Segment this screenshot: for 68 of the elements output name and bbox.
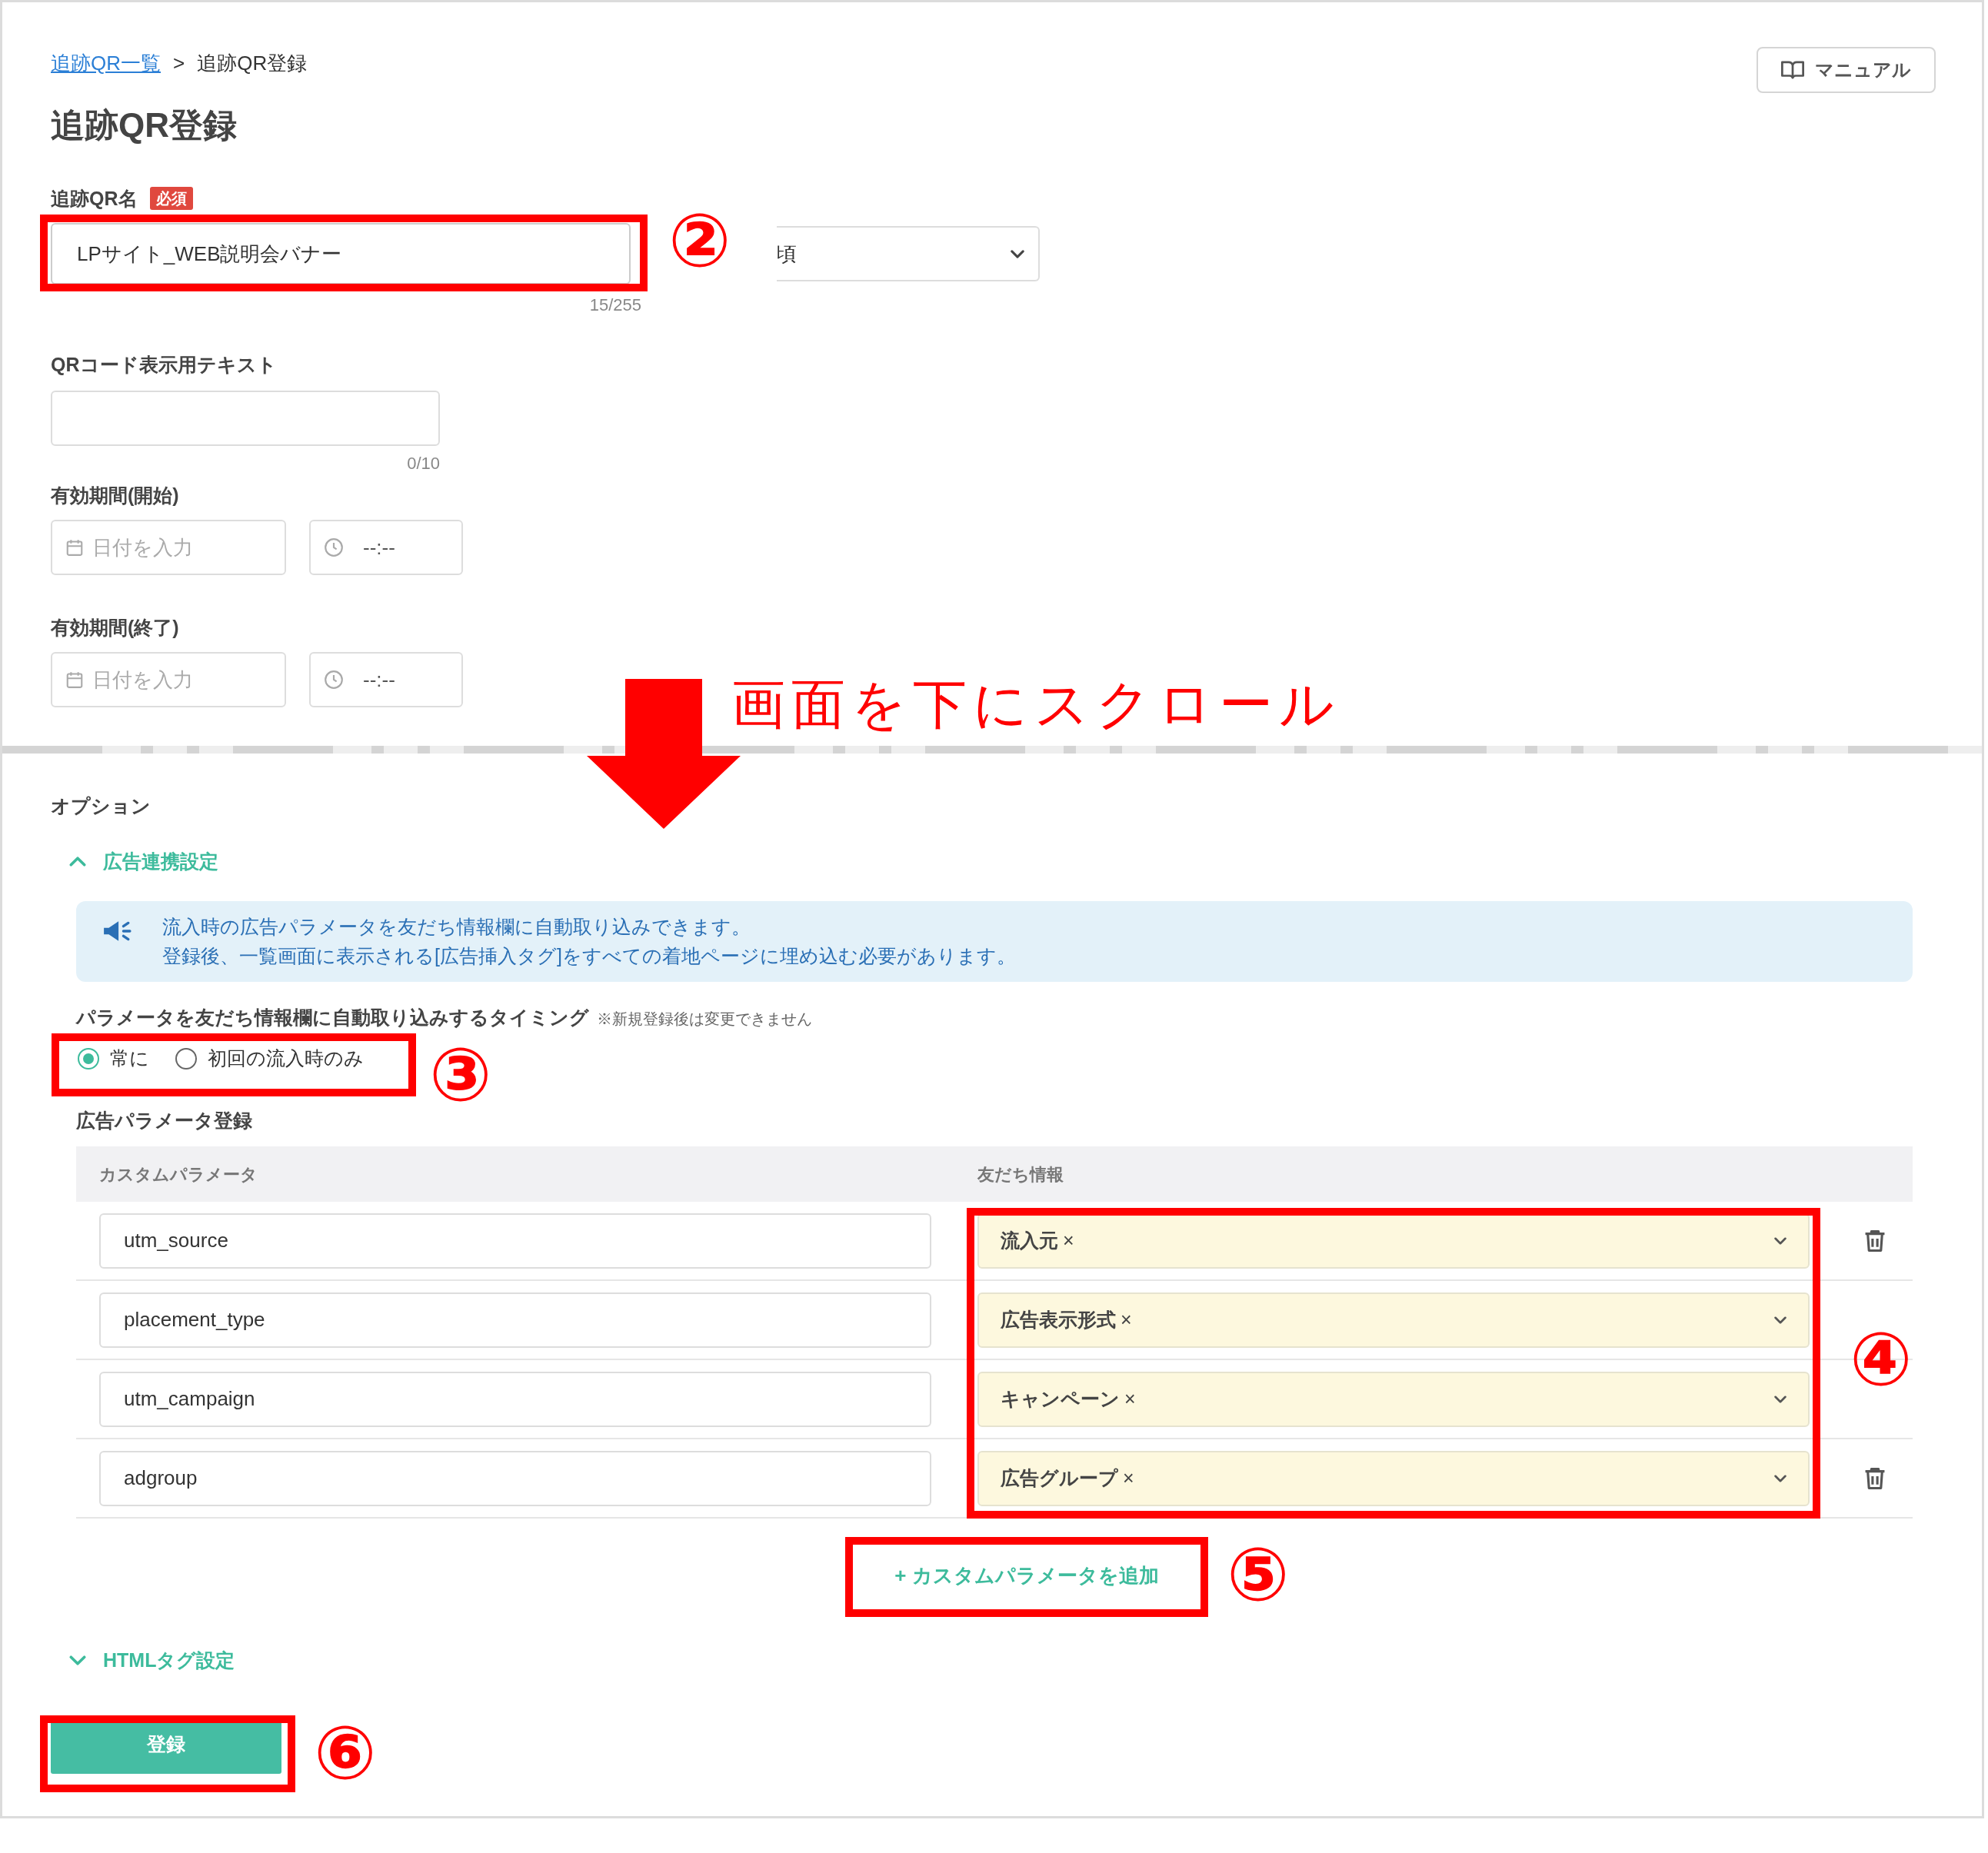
time-input[interactable]: --:-- [309,652,463,707]
step-number: ③ [429,1033,492,1117]
field-label: 広告パラメータ登録 [76,1109,252,1133]
tag-remove-icon[interactable]: × [1121,1305,1132,1335]
calendar-icon [66,671,83,688]
chevron-down-icon [1774,1474,1787,1482]
tag-remove-icon[interactable]: × [1124,1384,1136,1414]
page-title: 追跡QR登録 [51,105,237,145]
tag-remove-icon[interactable]: × [1063,1226,1074,1256]
column-header: カスタムパラメータ [99,1163,258,1186]
chevron-down-icon [1774,1236,1787,1245]
step-number: ④ [1850,1317,1913,1402]
parameter-input[interactable]: utm_campaign [99,1371,931,1427]
friend-info-select[interactable]: 広告グループ × [977,1450,1810,1506]
breadcrumb-text: > [173,51,185,76]
tag-remove-icon[interactable]: × [1123,1463,1134,1493]
time-placeholder: --:-- [363,534,395,561]
selected-tag: 流入元 × [1001,1226,1074,1256]
display-text-input[interactable] [51,391,440,446]
chevron-down-icon [69,1655,86,1665]
clock-icon [325,538,343,557]
radio-option[interactable]: 初回の流入時のみ [175,1044,364,1073]
step-number: ⑤ [1227,1532,1290,1617]
radio-option[interactable]: 常に [78,1044,149,1073]
breadcrumb-text: 追跡QR登録 [197,51,308,76]
clock-icon [325,670,343,689]
friend-info-select[interactable]: キャンペーン × [977,1371,1810,1427]
date-placeholder: 日付を入力 [92,534,193,561]
name-input[interactable]: LPサイト_WEB説明会バナー [51,223,631,284]
dropdown-value: 頃 [777,241,797,267]
info-text: 流入時の広告パラメータを友だち情報欄に自動取り込みできます。 [162,915,751,939]
time-placeholder: --:-- [363,667,395,693]
trash-icon [1864,1466,1886,1490]
parameter-input[interactable]: utm_source [99,1213,931,1269]
date-placeholder: 日付を入力 [92,667,193,693]
character-counter: 15/255 [588,294,641,316]
chevron-down-icon [1774,1395,1787,1403]
selected-tag: 広告グループ × [1001,1463,1134,1493]
parameter-input[interactable]: placement_type [99,1292,931,1348]
field-label: 有効期間(終了) [51,616,179,640]
radio-button[interactable] [78,1048,99,1070]
friend-info-select[interactable]: 広告表示形式 × [977,1292,1810,1348]
chevron-up-icon [69,856,86,867]
manual-button[interactable]: マニュアル [1757,47,1936,93]
field-label: 追跡QR名 [51,187,138,211]
column-header: 友だち情報 [977,1163,1064,1186]
chevron-down-icon [1011,249,1024,258]
time-input[interactable]: --:-- [309,520,463,575]
character-counter: 0/10 [406,453,440,474]
field-label: QRコード表示用テキスト [51,353,277,377]
field-label: 有効期間(開始) [51,484,179,507]
dropdown[interactable]: 頃 [777,226,1040,281]
note-text: ※新規登録後は変更できません [597,1010,812,1029]
scroll-instruction: 画面を下にスクロール [731,674,1340,736]
field-label: パラメータを友だち情報欄に自動取り込みするタイミング [76,1006,589,1030]
section-title: オプション [51,794,151,818]
selected-tag: 広告表示形式 × [1001,1305,1132,1335]
trash-icon [1864,1229,1886,1253]
calendar-icon [66,539,83,556]
selected-tag: キャンペーン × [1001,1384,1136,1414]
step-number: ⑥ [314,1711,377,1795]
step-number: ② [668,198,731,283]
radio-button[interactable] [175,1048,197,1070]
required-badge: 必須 [149,187,193,210]
parameter-input[interactable]: adgroup [99,1450,931,1506]
breadcrumb-link[interactable]: 追跡QR一覧 [51,48,161,78]
info-text: 登録後、一覧画面に表示される[広告挿入タグ]をすべての着地ページに埋め込む必要があります。 [162,944,1016,968]
chevron-down-icon [1774,1316,1787,1324]
